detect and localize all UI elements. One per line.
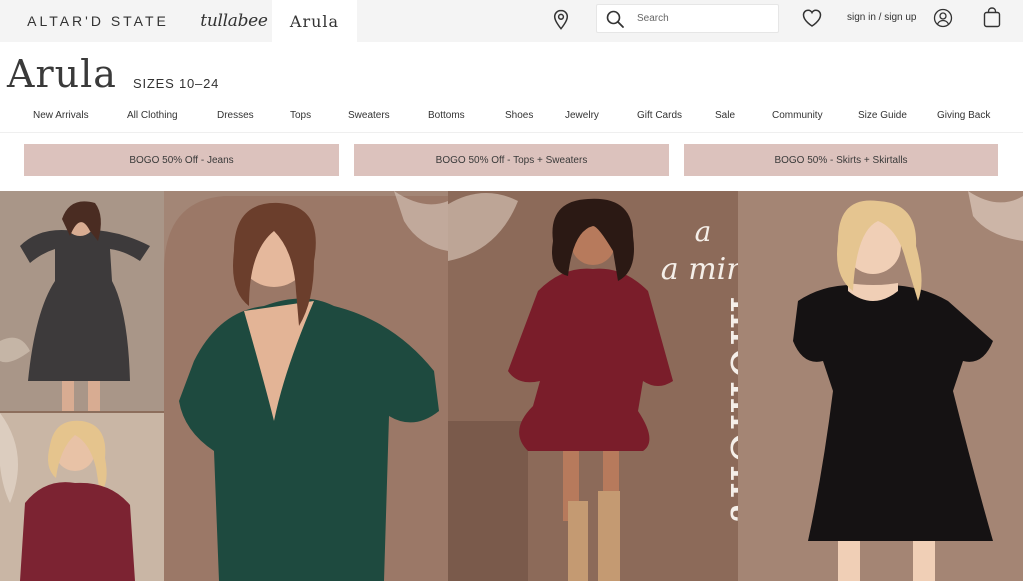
- model-floral-dress-image: [0, 191, 164, 411]
- search-bar[interactable]: [596, 4, 779, 33]
- model-black-dress-image: [738, 191, 1023, 581]
- model-burgundy-dress-image: a a mini: [448, 191, 738, 581]
- search-input[interactable]: [637, 13, 767, 24]
- nav-item-sale[interactable]: Sale: [715, 110, 735, 121]
- nav-item-giving-back[interactable]: Giving Back: [937, 110, 990, 121]
- nav-item-sweaters[interactable]: Sweaters: [348, 110, 390, 121]
- promo-button-skirts[interactable]: BOGO 50% - Skirts + Skirtalls: [684, 144, 998, 176]
- hero-script-text: a mini: [661, 252, 738, 287]
- user-icon[interactable]: [933, 8, 953, 28]
- brand-tab-arula[interactable]: Arula: [272, 0, 357, 42]
- nav-item-size-guide[interactable]: Size Guide: [858, 110, 907, 121]
- hero-script-a: a: [695, 215, 712, 248]
- nav-item-all-clothing[interactable]: All Clothing: [127, 110, 178, 121]
- model-green-satin-dress-image: [164, 191, 448, 581]
- brand-tab-tullabee[interactable]: tullabee: [196, 0, 272, 42]
- location-pin-icon[interactable]: [551, 9, 571, 31]
- brand-bar: ALTAR'D STATE tullabee Arula sign in / s…: [0, 0, 1023, 42]
- heart-icon[interactable]: [801, 8, 823, 28]
- nav-item-community[interactable]: Community: [772, 110, 823, 121]
- nav-divider: [0, 132, 1023, 133]
- promo-button-jeans[interactable]: BOGO 50% Off - Jeans: [24, 144, 339, 176]
- shopping-bag-icon[interactable]: [983, 7, 1001, 28]
- hero-photo-top-left[interactable]: [0, 191, 164, 411]
- hero-banner[interactable]: a a mini moment: [0, 191, 1023, 581]
- hero-photo-burgundy-dress[interactable]: a a mini: [448, 191, 738, 581]
- sign-in-link[interactable]: sign in / sign up: [847, 12, 917, 23]
- model-burgundy-top-image: [0, 413, 164, 581]
- nav-item-bottoms[interactable]: Bottoms: [428, 110, 465, 121]
- nav-item-gift-cards[interactable]: Gift Cards: [637, 110, 682, 121]
- promo-button-tops-sweaters[interactable]: BOGO 50% Off - Tops + Sweaters: [354, 144, 669, 176]
- main-nav: New Arrivals All Clothing Dresses Tops S…: [0, 106, 1023, 128]
- hero-photo-green-dress[interactable]: [164, 191, 448, 581]
- hero-photo-bottom-left[interactable]: [0, 413, 164, 581]
- nav-item-shoes[interactable]: Shoes: [505, 110, 533, 121]
- nav-item-jewelry[interactable]: Jewelry: [565, 110, 599, 121]
- nav-item-tops[interactable]: Tops: [290, 110, 311, 121]
- search-icon[interactable]: [605, 9, 625, 29]
- nav-item-dresses[interactable]: Dresses: [217, 110, 254, 121]
- sizes-subtitle: SIZES 10–24: [133, 76, 220, 91]
- nav-item-new-arrivals[interactable]: New Arrivals: [33, 110, 89, 121]
- hero-photo-black-dress[interactable]: [738, 191, 1023, 581]
- brand-tab-altard-state[interactable]: ALTAR'D STATE: [0, 0, 196, 42]
- arula-logo[interactable]: Arula: [7, 52, 117, 96]
